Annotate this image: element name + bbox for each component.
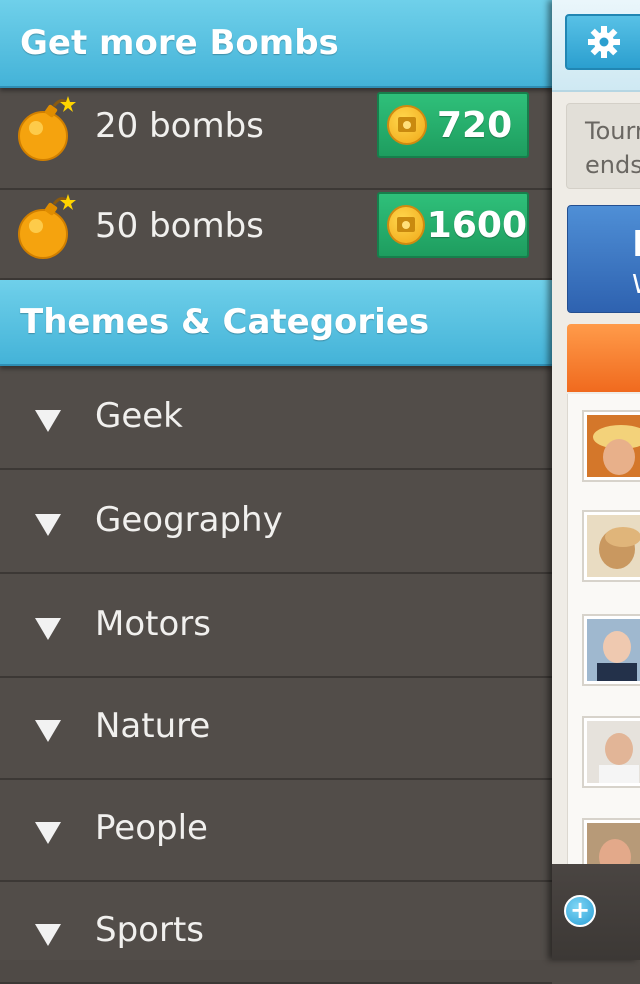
triangle-down-icon	[35, 924, 61, 946]
play-card[interactable]: P W	[567, 205, 640, 313]
bomb-pack-label: 20 bombs	[95, 106, 264, 146]
side-drawer: Get more Bombs 20 bombs 720 50 bombs 160…	[0, 0, 552, 984]
orange-header-bar	[567, 324, 640, 392]
category-item-nature[interactable]: Nature	[0, 678, 552, 780]
bomb-pack-label: 50 bombs	[95, 206, 264, 246]
category-label: Geek	[95, 396, 183, 436]
category-item-sports[interactable]: Sports	[0, 882, 552, 984]
avatar	[587, 619, 640, 681]
play-card-subtitle: W	[632, 270, 640, 300]
play-card-title: P	[632, 224, 640, 265]
category-label: Sports	[95, 910, 204, 950]
coin-icon	[387, 105, 427, 145]
triangle-down-icon	[35, 618, 61, 640]
player-avatar[interactable]	[582, 410, 640, 482]
themes-categories-header: Themes & Categories	[0, 280, 552, 366]
top-bar	[552, 0, 640, 92]
category-item-geek[interactable]: Geek	[0, 368, 552, 470]
category-label: Motors	[95, 604, 211, 644]
tournament-notice: Tourn ends	[566, 103, 640, 189]
get-more-bombs-header: Get more Bombs	[0, 0, 552, 88]
bottom-bar: +	[552, 864, 640, 960]
category-label: Nature	[95, 706, 211, 746]
category-item-motors[interactable]: Motors	[0, 576, 552, 678]
triangle-down-icon	[35, 514, 61, 536]
tournament-text-line2: ends	[585, 151, 640, 179]
category-label: People	[95, 808, 208, 848]
category-label: Geography	[95, 500, 283, 540]
gear-icon	[588, 26, 620, 58]
player-avatar[interactable]	[582, 716, 640, 788]
buy-50-bombs-button[interactable]: 1600	[377, 192, 529, 258]
bomb-pack-20: 20 bombs 720	[0, 88, 552, 190]
triangle-down-icon	[35, 720, 61, 742]
main-panel: Tourn ends P W	[552, 0, 640, 960]
themes-categories-title: Themes & Categories	[20, 302, 430, 342]
triangle-down-icon	[35, 822, 61, 844]
coin-icon	[387, 205, 425, 245]
tournament-text-line1: Tourn	[585, 117, 640, 145]
player-avatar[interactable]	[582, 510, 640, 582]
price-value: 720	[437, 104, 513, 146]
plus-icon[interactable]: +	[564, 895, 596, 927]
bomb-icon	[18, 96, 76, 161]
bomb-pack-50: 50 bombs 1600	[0, 176, 552, 280]
avatar	[587, 515, 640, 577]
triangle-down-icon	[35, 410, 61, 432]
get-more-bombs-title: Get more Bombs	[20, 23, 339, 63]
bomb-icon	[18, 194, 76, 259]
category-item-people[interactable]: People	[0, 780, 552, 882]
player-avatar[interactable]	[582, 614, 640, 686]
avatar	[587, 415, 640, 477]
category-item-geography[interactable]: Geography	[0, 472, 552, 574]
settings-button[interactable]	[565, 14, 640, 70]
avatar	[587, 721, 640, 783]
player-list	[567, 394, 640, 890]
price-value: 1600	[426, 204, 527, 246]
buy-20-bombs-button[interactable]: 720	[377, 92, 529, 158]
